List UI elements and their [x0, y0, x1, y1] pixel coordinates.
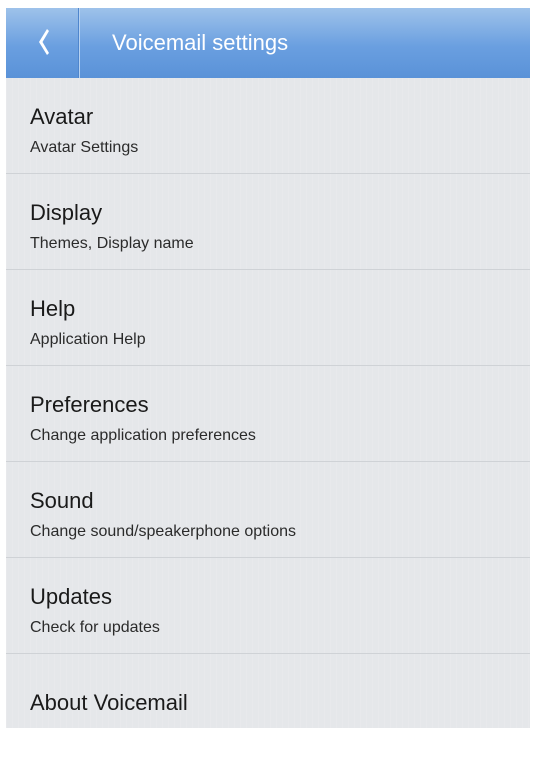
settings-item-title: Display	[30, 200, 103, 225]
settings-item-subtitle: Avatar Settings	[30, 139, 139, 156]
page-title: Voicemail settings	[112, 30, 289, 55]
settings-item-subtitle: Change sound/speakerphone options	[30, 523, 296, 540]
settings-item-title: Avatar	[30, 104, 94, 129]
settings-item-subtitle: Themes, Display name	[30, 235, 194, 252]
settings-item-about[interactable]: About Voicemail	[6, 654, 530, 728]
back-button[interactable]	[6, 8, 78, 78]
settings-item-title: About Voicemail	[30, 690, 188, 715]
settings-item-title: Sound	[30, 488, 94, 513]
settings-item-subtitle: Application Help	[30, 331, 146, 348]
settings-item-avatar[interactable]: Avatar Avatar Settings	[6, 78, 530, 174]
settings-item-updates[interactable]: Updates Check for updates	[6, 558, 530, 654]
settings-item-sound[interactable]: Sound Change sound/speakerphone options	[6, 462, 530, 558]
settings-item-subtitle: Change application preferences	[30, 427, 256, 444]
settings-item-display[interactable]: Display Themes, Display name	[6, 174, 530, 270]
action-bar-divider	[78, 8, 80, 78]
settings-item-preferences[interactable]: Preferences Change application preferenc…	[6, 366, 530, 462]
action-bar: Voicemail settings	[6, 8, 530, 78]
settings-list: Avatar Avatar Settings Display Themes, D…	[6, 78, 530, 728]
chevron-left-icon	[39, 29, 49, 55]
settings-item-title: Preferences	[30, 392, 149, 417]
settings-item-help[interactable]: Help Application Help	[6, 270, 530, 366]
settings-item-title: Help	[30, 296, 76, 321]
settings-item-subtitle: Check for updates	[30, 619, 160, 636]
settings-screen: Voicemail settings Avatar Avatar Setting…	[6, 8, 530, 728]
settings-item-title: Updates	[30, 584, 112, 609]
